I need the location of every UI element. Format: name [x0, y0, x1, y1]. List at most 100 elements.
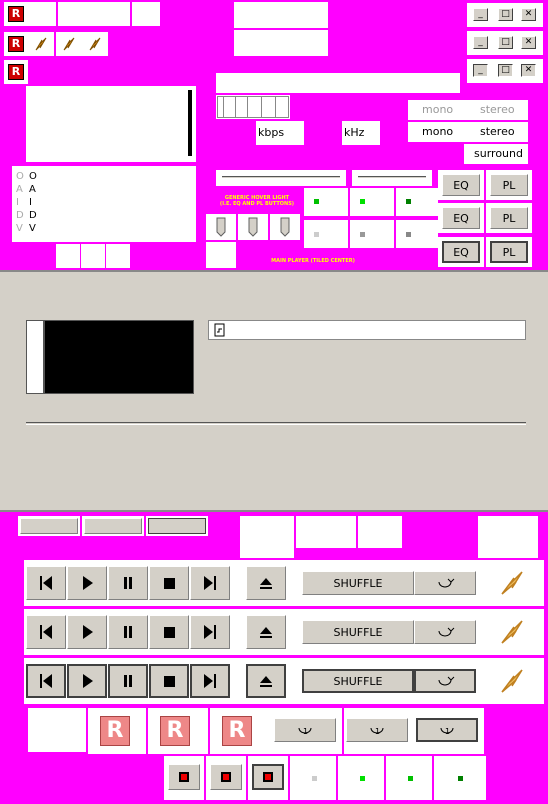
pause-button[interactable]: [108, 615, 148, 649]
maximize-button[interactable]: □: [498, 36, 513, 49]
pause-button[interactable]: [108, 566, 148, 600]
play-button[interactable]: [67, 615, 107, 649]
eq-button[interactable]: EQ: [442, 174, 480, 196]
stop-button[interactable]: [149, 615, 189, 649]
blank-cell: [358, 516, 402, 548]
minimize-button[interactable]: _: [473, 64, 488, 77]
eject-button[interactable]: [246, 566, 286, 600]
blank-cell: [28, 2, 56, 26]
pl-cell: PL: [486, 170, 532, 200]
minimize-button[interactable]: _: [473, 8, 488, 21]
blank-cell: [296, 516, 356, 548]
transport-row: SHUFFLE: [24, 609, 544, 655]
green-led-icon: [458, 776, 463, 781]
stop-icon: [164, 627, 175, 638]
repeat-button[interactable]: [414, 669, 476, 693]
pause-icon: [124, 675, 132, 687]
stop-button[interactable]: [149, 664, 189, 698]
led-cell: [290, 756, 336, 800]
channel-letter: V: [16, 223, 23, 234]
shuffle-label: SHUFFLE: [333, 674, 383, 688]
close-button[interactable]: ✕: [521, 36, 536, 49]
shuffle-label: SHUFFLE: [333, 625, 383, 639]
record-button[interactable]: [252, 764, 284, 790]
song-title-display[interactable]: [208, 320, 526, 340]
led-cell: [350, 188, 394, 216]
repeat-one-icon: 1: [440, 727, 454, 736]
maximize-button[interactable]: □: [498, 64, 513, 77]
shuffle-button[interactable]: SHUFFLE: [302, 571, 414, 595]
repeat-button[interactable]: [414, 571, 476, 595]
eject-button[interactable]: [246, 664, 286, 698]
pl-button[interactable]: PL: [490, 174, 528, 196]
led-cell: [304, 220, 348, 248]
bolt-icon: [89, 37, 101, 51]
next-button[interactable]: [190, 615, 230, 649]
channel-letter: D: [29, 210, 37, 221]
grey-led-icon: [360, 232, 365, 237]
led-cell: [338, 756, 384, 800]
previous-icon: [40, 625, 52, 639]
blank-cell: [240, 516, 294, 558]
previous-button[interactable]: [26, 566, 66, 600]
previous-button[interactable]: [26, 615, 66, 649]
next-button[interactable]: [190, 664, 230, 698]
shuffle-button[interactable]: SHUFFLE: [302, 669, 414, 693]
play-icon: [83, 625, 93, 639]
bolt-cell: [82, 32, 108, 56]
stop-icon: [164, 676, 175, 687]
close-button[interactable]: ✕: [521, 64, 536, 77]
repeat-one-button[interactable]: 1: [416, 718, 478, 742]
led-cell: [350, 220, 394, 248]
eq-button[interactable]: EQ: [442, 241, 480, 263]
repeat-one-button[interactable]: 1: [274, 718, 336, 742]
led-cell: [434, 756, 486, 800]
record-icon: [221, 772, 231, 782]
logo-icon: R: [222, 716, 252, 746]
seek-bar[interactable]: [26, 422, 526, 425]
logo-icon: R: [100, 716, 130, 746]
previous-icon: [40, 576, 52, 590]
vis-display[interactable]: [44, 320, 194, 394]
tab-segment[interactable]: [84, 518, 142, 534]
hover-light-note: GENERIC HOVER LIGHT (I.E. EQ AND PL BUTT…: [219, 195, 295, 207]
logo-icon: R: [8, 6, 24, 22]
tab-segment[interactable]: [20, 518, 78, 534]
previous-button[interactable]: [26, 664, 66, 698]
eject-button[interactable]: [246, 615, 286, 649]
next-icon: [204, 576, 216, 590]
channel-letter: A: [16, 184, 23, 195]
shuffle-button[interactable]: SHUFFLE: [302, 620, 414, 644]
logo-cell: R: [88, 708, 146, 754]
pl-button[interactable]: PL: [490, 207, 528, 229]
play-button[interactable]: [67, 566, 107, 600]
play-button[interactable]: [67, 664, 107, 698]
close-button[interactable]: ✕: [521, 8, 536, 21]
repeat-one-icon: 1: [298, 727, 312, 736]
svg-text:1: 1: [375, 727, 380, 736]
repeat-one-button[interactable]: 1: [346, 718, 408, 742]
repeat-icon: [438, 676, 455, 686]
record-button[interactable]: [168, 764, 200, 790]
eq-button[interactable]: EQ: [442, 207, 480, 229]
channel-letter: O: [16, 171, 24, 182]
next-button[interactable]: [190, 566, 230, 600]
record-icon: [263, 772, 273, 782]
repeat-button[interactable]: [414, 620, 476, 644]
minimize-button[interactable]: _: [473, 36, 488, 49]
kbps-label: kbps: [258, 126, 285, 139]
tab-segment[interactable]: [148, 518, 206, 534]
repeat-cell: 1: [344, 708, 412, 754]
channel-letters-panel: O A I D V: [26, 166, 196, 242]
eq-cell: EQ: [438, 203, 484, 233]
maximize-button[interactable]: □: [498, 8, 513, 21]
visualizer-area: [26, 86, 196, 162]
volume-slider-track[interactable]: [216, 170, 346, 186]
stop-button[interactable]: [149, 566, 189, 600]
balance-slider-track[interactable]: [352, 170, 432, 186]
record-button[interactable]: [210, 764, 242, 790]
pl-button[interactable]: PL: [490, 241, 528, 263]
pause-button[interactable]: [108, 664, 148, 698]
led-cell: [396, 188, 438, 216]
grey-led-icon: [314, 232, 319, 237]
